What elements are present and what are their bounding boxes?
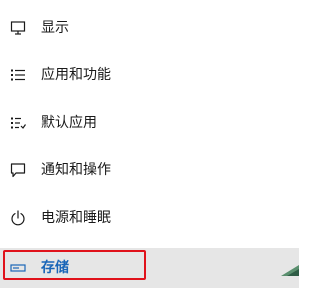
nav-item-label: 电源和睡眠 (41, 210, 111, 226)
nav-item-label: 应用和功能 (41, 67, 111, 83)
nav-item-label: 存储 (41, 260, 69, 276)
display-icon (10, 20, 26, 36)
nav-item-label: 显示 (41, 20, 69, 36)
nav-item-display[interactable]: 显示 (0, 8, 299, 48)
nav-item-label: 通知和操作 (41, 162, 111, 178)
nav-item-power-sleep[interactable]: 电源和睡眠 (0, 198, 299, 238)
nav-item-apps-features[interactable]: 应用和功能 (0, 55, 299, 95)
nav-item-storage[interactable]: 存储 (0, 248, 299, 288)
apps-list-icon (10, 67, 26, 83)
power-icon (10, 210, 26, 226)
settings-nav: 显示 应用和功能 默认应用 通知和操作 电源和睡眠 存储 (0, 0, 299, 288)
notification-icon (10, 162, 26, 178)
default-apps-icon (10, 115, 26, 131)
nav-item-label: 默认应用 (41, 115, 97, 131)
storage-icon (10, 260, 26, 276)
nav-item-default-apps[interactable]: 默认应用 (0, 103, 299, 143)
nav-item-notifications[interactable]: 通知和操作 (0, 150, 299, 190)
background-image-fragment (281, 265, 299, 276)
